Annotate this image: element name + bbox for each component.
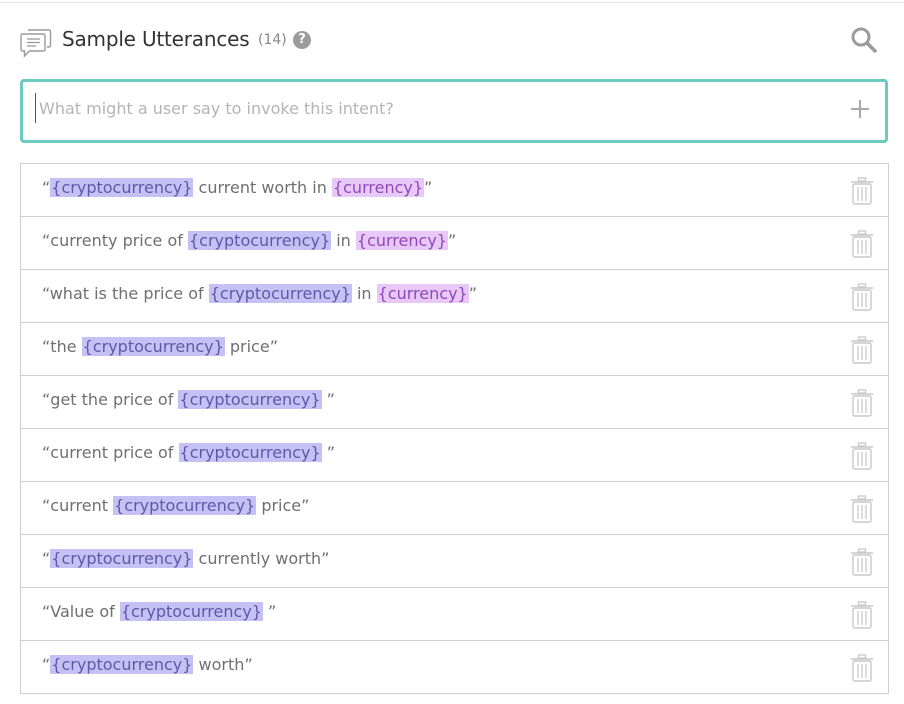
utterance-segment: “current	[42, 496, 114, 515]
slot-cryptocurrency: {cryptocurrency}	[50, 178, 194, 197]
utterance-text: “{cryptocurrency} current worth in {curr…	[42, 178, 432, 197]
section-header: Sample Utterances (14) ?	[20, 26, 882, 58]
utterance-row[interactable]: “current price of {cryptocurrency} ”	[21, 429, 888, 482]
plus-icon[interactable]	[849, 98, 871, 120]
utterance-row[interactable]: “{cryptocurrency} currently worth”	[21, 535, 888, 588]
slot-cryptocurrency: {cryptocurrency}	[187, 231, 332, 250]
utterance-segment: worth”	[193, 655, 253, 674]
slot-cryptocurrency: {cryptocurrency}	[178, 443, 322, 462]
utterance-row[interactable]: “currenty price of {cryptocurrency} in {…	[21, 217, 888, 270]
utterance-segment: ”	[321, 390, 335, 409]
utterance-segment: ”	[447, 231, 457, 250]
slot-cryptocurrency: {cryptocurrency}	[50, 655, 194, 674]
utterance-segment: ”	[321, 443, 336, 462]
trash-icon[interactable]	[850, 654, 874, 682]
slot-currency: {currency}	[355, 231, 448, 250]
trash-icon[interactable]	[850, 548, 874, 576]
utterance-count: (14)	[258, 32, 287, 48]
slot-cryptocurrency: {cryptocurrency}	[178, 390, 322, 409]
trash-icon[interactable]	[850, 230, 874, 258]
slot-cryptocurrency: {cryptocurrency}	[113, 496, 257, 515]
utterance-text: “current price of {cryptocurrency} ”	[42, 443, 335, 462]
utterance-text: “{cryptocurrency} currently worth”	[42, 549, 329, 568]
utterance-text: “what is the price of {cryptocurrency} i…	[42, 284, 477, 303]
utterance-segment: in	[331, 231, 356, 250]
slot-cryptocurrency: {cryptocurrency}	[81, 337, 225, 356]
top-divider	[0, 2, 904, 3]
utterance-text: “current {cryptocurrency} price”	[42, 496, 309, 515]
trash-icon[interactable]	[850, 601, 874, 629]
utterance-list: “{cryptocurrency} current worth in {curr…	[20, 163, 889, 694]
slot-currency: {currency}	[376, 284, 469, 303]
utterance-row[interactable]: “{cryptocurrency} worth”	[21, 641, 888, 694]
utterance-text: “{cryptocurrency} worth”	[42, 655, 253, 674]
utterance-segment: “what is the price of	[42, 284, 209, 303]
trash-icon[interactable]	[850, 177, 874, 205]
utterance-segment: “Value of	[42, 602, 120, 621]
utterance-segment: in	[351, 284, 377, 303]
utterance-segment: “the	[42, 337, 82, 356]
slot-currency: {currency}	[331, 178, 425, 197]
utterance-segment: price”	[256, 496, 310, 515]
utterance-segment: “current price of	[42, 443, 179, 462]
utterance-segment: “get the price of	[42, 390, 179, 409]
utterance-segment: ”	[262, 602, 277, 621]
trash-icon[interactable]	[850, 336, 874, 364]
utterance-text: “Value of {cryptocurrency} ”	[42, 602, 276, 621]
utterance-segment: ”	[468, 284, 478, 303]
utterance-segment: ”	[424, 178, 433, 197]
utterance-segment: current worth in	[193, 178, 332, 197]
utterance-row[interactable]: “{cryptocurrency} current worth in {curr…	[21, 164, 888, 217]
utterance-segment: currently worth”	[193, 549, 330, 568]
section-title: Sample Utterances	[62, 27, 250, 51]
utterance-row[interactable]: “current {cryptocurrency} price”	[21, 482, 888, 535]
utterance-input[interactable]	[35, 93, 829, 123]
utterance-row[interactable]: “what is the price of {cryptocurrency} i…	[21, 270, 888, 323]
slot-cryptocurrency: {cryptocurrency}	[50, 549, 194, 568]
trash-icon[interactable]	[850, 442, 874, 470]
search-icon[interactable]	[850, 26, 878, 54]
utterance-text: “the {cryptocurrency} price”	[42, 337, 278, 356]
utterance-row[interactable]: “the {cryptocurrency} price”	[21, 323, 888, 376]
slot-cryptocurrency: {cryptocurrency}	[119, 602, 263, 621]
utterance-segment: “currenty price of	[42, 231, 188, 250]
trash-icon[interactable]	[850, 389, 874, 417]
trash-icon[interactable]	[850, 495, 874, 523]
chat-bubble-icon	[20, 29, 52, 58]
utterance-input-box	[20, 79, 888, 143]
help-icon[interactable]: ?	[293, 31, 311, 49]
trash-icon[interactable]	[850, 283, 874, 311]
utterance-text: “get the price of {cryptocurrency} ”	[42, 390, 335, 409]
slot-cryptocurrency: {cryptocurrency}	[208, 284, 352, 303]
utterance-text: “currenty price of {cryptocurrency} in {…	[42, 231, 456, 250]
utterance-row[interactable]: “get the price of {cryptocurrency} ”	[21, 376, 888, 429]
utterance-row[interactable]: “Value of {cryptocurrency} ”	[21, 588, 888, 641]
utterance-segment: price”	[224, 337, 278, 356]
